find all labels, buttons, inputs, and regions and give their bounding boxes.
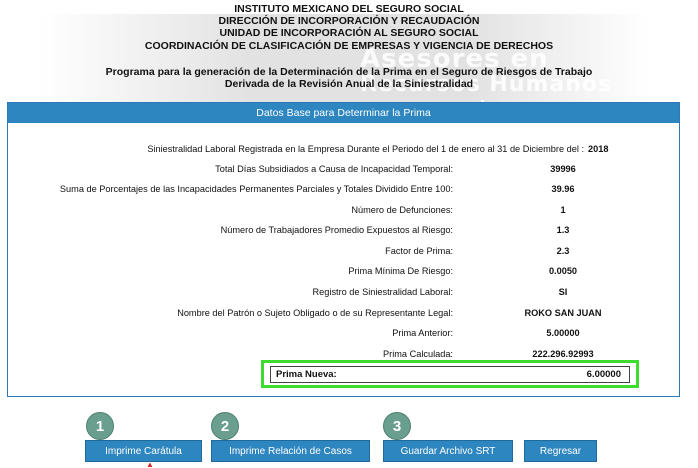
back-button[interactable]: Regresar	[524, 440, 597, 462]
row-label: Número de Defunciones:	[351, 205, 453, 215]
data-row: Suma de Porcentajes de las Incapacidades…	[8, 181, 679, 197]
row-label: Prima Mínima De Riesgo:	[348, 266, 453, 276]
new-premium-highlight: Prima Nueva: 6.00000	[261, 360, 639, 388]
row-value: ROKO SAN JUAN	[524, 308, 602, 318]
step-badge-2: 2	[211, 412, 239, 440]
print-cases-button[interactable]: Imprime Relación de Casos	[211, 440, 370, 462]
row-label: Registro de Siniestralidad Laboral:	[312, 287, 453, 297]
data-row: Prima Mínima De Riesgo: 0.0050	[8, 263, 679, 279]
data-row: Siniestralidad Laboral Registrada en la …	[8, 141, 679, 157]
row-value: 39.96	[551, 184, 575, 194]
data-row: Factor de Prima: 2.3	[8, 243, 679, 259]
new-premium-value: 6.00000	[586, 369, 621, 380]
row-label: Nombre del Patrón o Sujeto Obligado o de…	[177, 308, 453, 318]
data-row: Nombre del Patrón o Sujeto Obligado o de…	[8, 305, 679, 321]
data-row: Número de Defunciones: 1	[8, 202, 679, 218]
save-srt-button[interactable]: Guardar Archivo SRT	[383, 440, 513, 462]
program-subtitle: Derivada de la Revisión Anual de la Sini…	[224, 78, 474, 90]
step-badge-1: 1	[86, 412, 114, 440]
row-value: 1.3	[556, 225, 570, 235]
row-label: Siniestralidad Laboral Registrada en la …	[147, 144, 584, 154]
institution-title: INSTITUTO MEXICANO DEL SEGURO SOCIAL	[234, 3, 464, 15]
step-badge-3: 3	[383, 412, 411, 440]
directorate-title: DIRECCIÓN DE INCORPORACIÓN Y RECAUDACIÓN	[218, 15, 480, 27]
row-value: 1	[560, 205, 566, 215]
print-form-button[interactable]: Imprime Carátula	[85, 440, 202, 462]
panel-title: Datos Base para Determinar la Prima	[8, 103, 679, 123]
data-row: Prima Anterior: 5.00000	[8, 325, 679, 341]
row-label: Prima Anterior:	[392, 328, 453, 338]
coordination-title: COORDINACIÓN DE CLASIFICACIÓN DE EMPRESA…	[144, 40, 554, 52]
row-value: SI	[558, 287, 568, 297]
row-value: 39996	[550, 164, 576, 174]
base-data-panel: Datos Base para Determinar la Prima Sini…	[7, 102, 680, 397]
new-premium-label: Prima Nueva:	[276, 369, 337, 380]
row-label: Factor de Prima:	[385, 246, 453, 256]
row-value: 2.3	[556, 246, 570, 256]
row-value: 2018	[588, 144, 609, 154]
row-label: Número de Trabajadores Promedio Expuesto…	[220, 225, 453, 235]
new-premium-row: Prima Nueva: 6.00000	[270, 366, 630, 383]
unit-title: UNIDAD DE INCORPORACIÓN AL SEGURO SOCIAL	[219, 27, 479, 39]
data-row: Registro de Siniestralidad Laboral: SI	[8, 284, 679, 300]
row-value: 0.0050	[548, 266, 578, 276]
row-label: Total Días Subsidiados a Causa de Incapa…	[215, 164, 453, 174]
data-row: Total Días Subsidiados a Causa de Incapa…	[8, 161, 679, 177]
cursor-mark: ▲	[146, 460, 154, 468]
program-title: Programa para la generación de la Determ…	[105, 66, 593, 78]
row-value: 5.00000	[546, 328, 580, 338]
row-label: Suma de Porcentajes de las Incapacidades…	[59, 184, 453, 194]
data-row: Número de Trabajadores Promedio Expuesto…	[8, 222, 679, 238]
